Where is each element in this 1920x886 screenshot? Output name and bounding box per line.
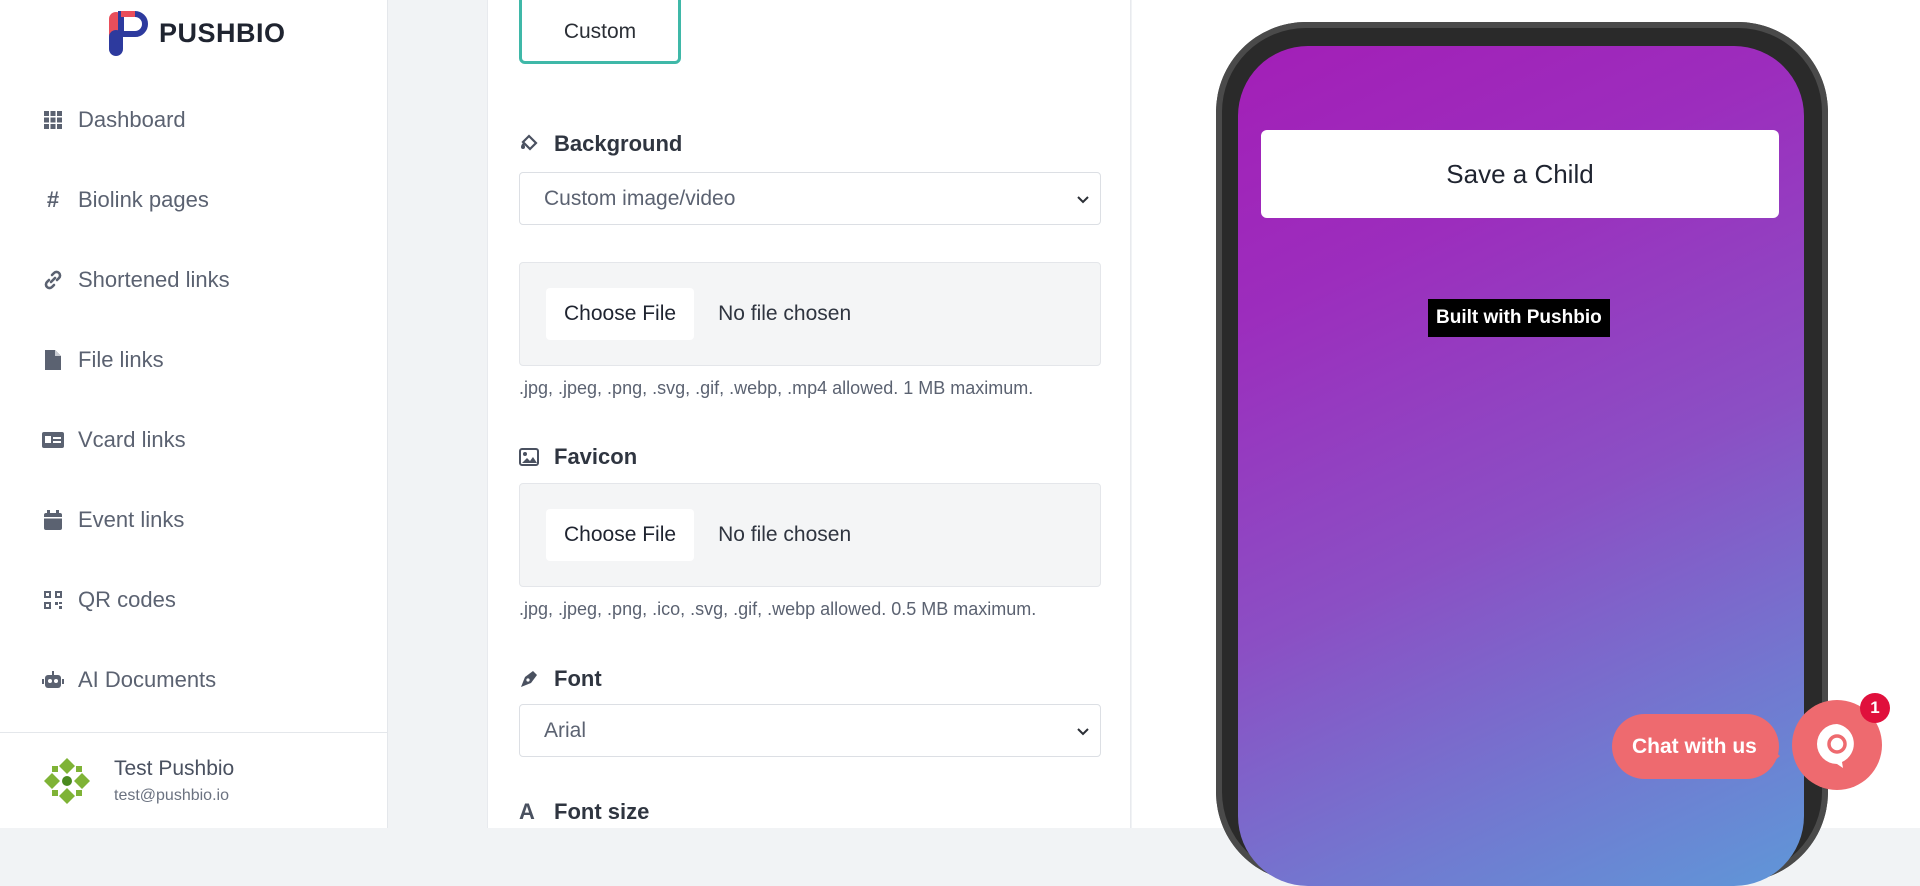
user-profile[interactable]: Test Pushbio test@pushbio.io bbox=[0, 732, 387, 828]
font-size-label: A Font size bbox=[519, 799, 650, 824]
favicon-file-hint: .jpg, .jpeg, .png, .ico, .svg, .gif, .we… bbox=[519, 599, 1037, 619]
text-size-icon: A bbox=[519, 799, 535, 824]
sidebar-item-label: Biolink pages bbox=[78, 187, 209, 212]
font-select-value: Arial bbox=[544, 718, 587, 742]
sidebar-item-label: QR codes bbox=[78, 587, 176, 612]
sidebar-item-label: Event links bbox=[78, 507, 185, 532]
sidebar-item-vcard-links[interactable]: Vcard links bbox=[0, 400, 387, 480]
user-email: test@pushbio.io bbox=[114, 786, 229, 804]
favicon-file-input: Choose File No file chosen bbox=[519, 483, 1101, 587]
id-card-icon bbox=[42, 429, 64, 451]
chat-with-us-button[interactable]: Chat with us bbox=[1612, 714, 1779, 779]
robot-icon bbox=[42, 669, 64, 691]
user-name: Test Pushbio bbox=[114, 756, 235, 780]
sidebar-item-ai-documents[interactable]: AI Documents bbox=[0, 640, 387, 720]
sidebar-item-label: Shortened links bbox=[78, 267, 230, 292]
favicon-file-status: No file chosen bbox=[718, 523, 852, 546]
chevron-down-icon bbox=[1077, 196, 1089, 204]
background-file-input: Choose File No file chosen bbox=[519, 262, 1101, 366]
branding-badge[interactable]: Built with Pushbio bbox=[1428, 299, 1610, 337]
sidebar-item-qr-codes[interactable]: QR codes bbox=[0, 560, 387, 640]
sidebar-item-label: Vcard links bbox=[78, 427, 186, 452]
background-file-status: No file chosen bbox=[718, 302, 852, 325]
sidebar-nav: Dashboard # Biolink pages Shortened link… bbox=[0, 80, 387, 720]
background-label: Background bbox=[519, 131, 682, 157]
sidebar-item-label: AI Documents bbox=[78, 667, 217, 692]
font-select[interactable]: Arial bbox=[519, 704, 1101, 757]
grid-icon bbox=[42, 109, 64, 131]
sidebar-item-label: File links bbox=[78, 347, 164, 372]
theme-custom-option[interactable]: Custom bbox=[519, 0, 681, 64]
sidebar-item-biolink-pages[interactable]: # Biolink pages bbox=[0, 160, 387, 240]
background-file-hint: .jpg, .jpeg, .png, .svg, .gif, .webp, .m… bbox=[519, 378, 1034, 398]
pen-nib-icon bbox=[519, 668, 541, 690]
file-icon bbox=[42, 349, 64, 371]
brand-name: PUSHBIO bbox=[159, 17, 286, 48]
hash-icon: # bbox=[46, 187, 60, 212]
sidebar-item-file-links[interactable]: File links bbox=[0, 320, 387, 400]
favicon-label: Favicon bbox=[519, 444, 637, 470]
font-label: Font bbox=[519, 666, 602, 692]
sidebar-item-dashboard[interactable]: Dashboard bbox=[0, 80, 387, 160]
background-select[interactable]: Custom image/video bbox=[519, 172, 1101, 225]
link-icon bbox=[42, 269, 64, 291]
brand-logo[interactable]: PUSHBIO bbox=[107, 8, 286, 58]
image-icon bbox=[519, 446, 541, 468]
settings-panel: Custom Background Custom image/video Cho… bbox=[487, 0, 1294, 828]
calendar-icon bbox=[42, 509, 64, 531]
preview-area: Save a Child Built with Pushbio bbox=[1132, 0, 1920, 886]
avatar bbox=[40, 753, 94, 808]
chat-bubble-icon bbox=[1817, 724, 1854, 768]
qr-code-icon bbox=[42, 589, 64, 611]
chat-bubble-tail bbox=[1766, 744, 1780, 768]
sidebar-item-event-links[interactable]: Event links bbox=[0, 480, 387, 560]
background-select-value: Custom image/video bbox=[544, 186, 736, 210]
sidebar: PUSHBIO Dashboard # Biolink pages Shorte… bbox=[0, 0, 388, 828]
notification-badge: 1 bbox=[1860, 693, 1890, 723]
pushbio-logo-icon bbox=[107, 8, 157, 58]
paint-bucket-icon bbox=[519, 133, 541, 155]
sidebar-item-label: Dashboard bbox=[78, 107, 186, 132]
favicon-choose-file-button[interactable]: Choose File bbox=[546, 509, 695, 561]
preview-link-button[interactable]: Save a Child bbox=[1261, 130, 1779, 218]
background-choose-file-button[interactable]: Choose File bbox=[546, 288, 695, 340]
sidebar-item-shortened-links[interactable]: Shortened links bbox=[0, 240, 387, 320]
chevron-down-icon bbox=[1077, 728, 1089, 736]
